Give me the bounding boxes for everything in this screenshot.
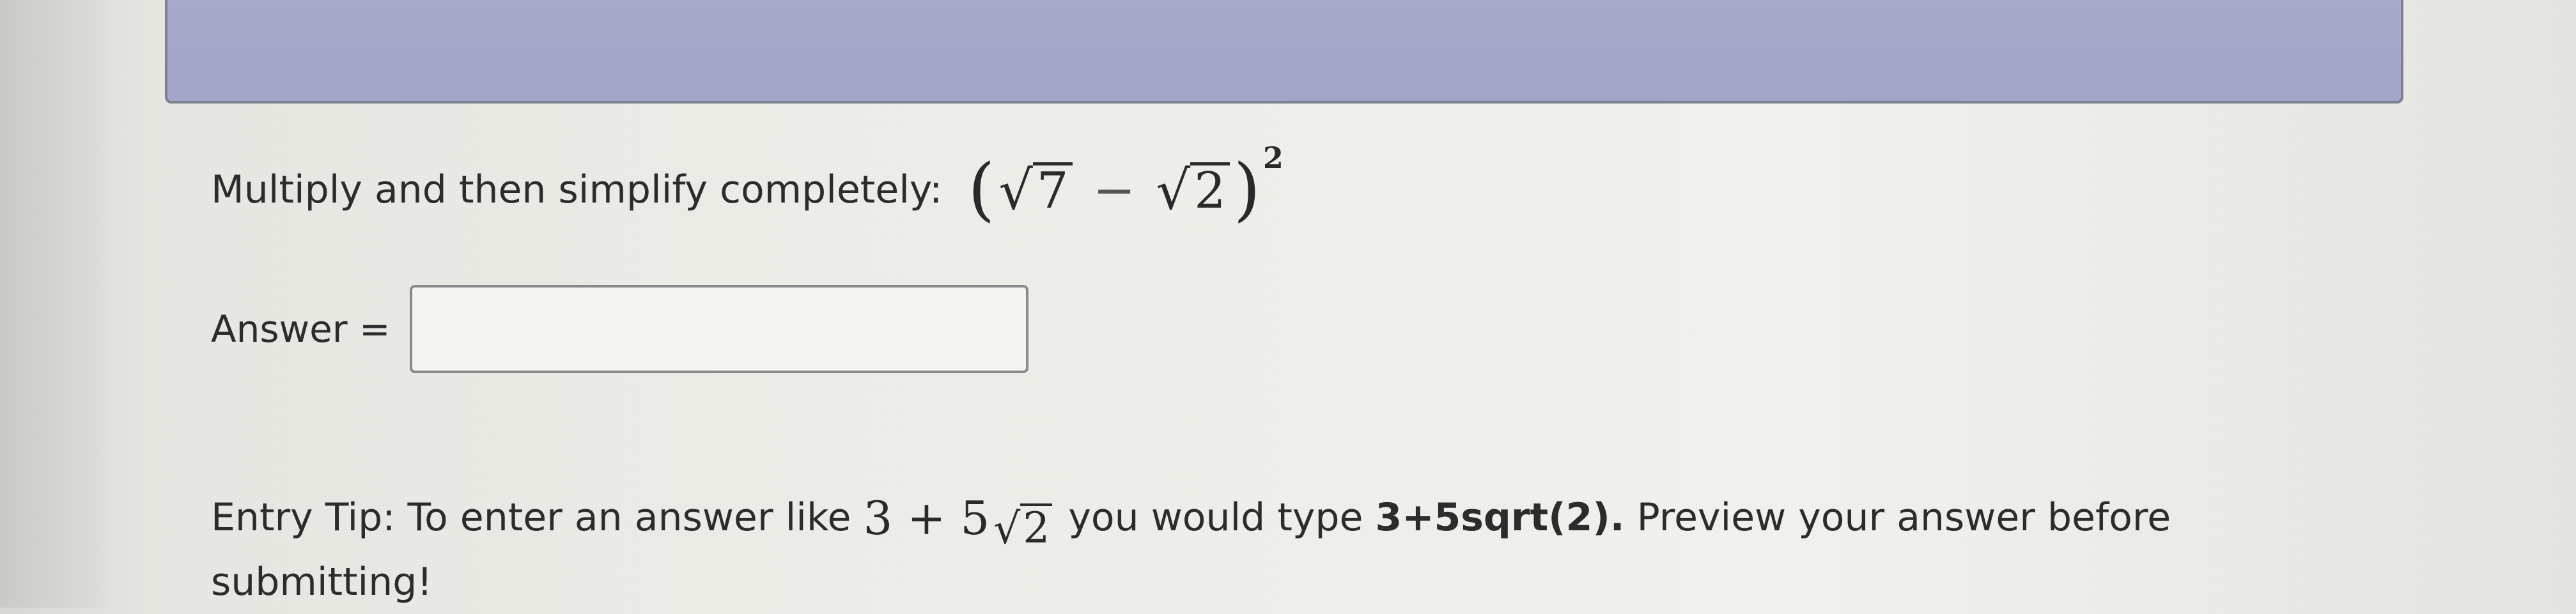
problem-expression: ( √ 7 − √ 2 ) 2	[968, 141, 1284, 229]
answer-label: Answer =	[211, 307, 391, 351]
answer-row: Answer =	[211, 284, 1028, 374]
problem-statement: Multiply and then simplify completely: (…	[211, 141, 1284, 238]
radicand: 2	[1190, 162, 1230, 218]
radicand: 7	[1032, 162, 1073, 218]
entry-tip: Entry Tip: To enter an answer like 3 + 5…	[211, 486, 2384, 614]
tip-middle: you would type	[1068, 495, 1363, 540]
answer-input[interactable]	[409, 285, 1028, 373]
problem-instruction: Multiply and then simplify completely:	[211, 167, 943, 212]
tip-example-radical: √ 2	[993, 503, 1053, 553]
close-paren: )	[1233, 150, 1261, 229]
exponent: 2	[1262, 141, 1284, 175]
tip-example-whole: 3 + 5	[863, 491, 990, 545]
header-banner	[165, 0, 2403, 104]
radical-7: √ 7	[998, 159, 1073, 222]
tip-typed-example: 3+5sqrt(2).	[1375, 495, 1625, 540]
sqrt-symbol: √	[1156, 159, 1191, 222]
page-edge-shadow	[0, 0, 115, 608]
tip-example-radicand: 2	[1020, 503, 1053, 550]
tip-prefix: Entry Tip: To enter an answer like	[211, 495, 851, 540]
minus-sign: −	[1092, 160, 1136, 220]
radical-2: √ 2	[1156, 159, 1230, 222]
sqrt-symbol: √	[998, 159, 1033, 222]
sqrt-symbol: √	[993, 504, 1021, 553]
tip-example-expression: 3 + 5 √ 2	[864, 486, 1057, 550]
open-paren: (	[968, 150, 995, 229]
